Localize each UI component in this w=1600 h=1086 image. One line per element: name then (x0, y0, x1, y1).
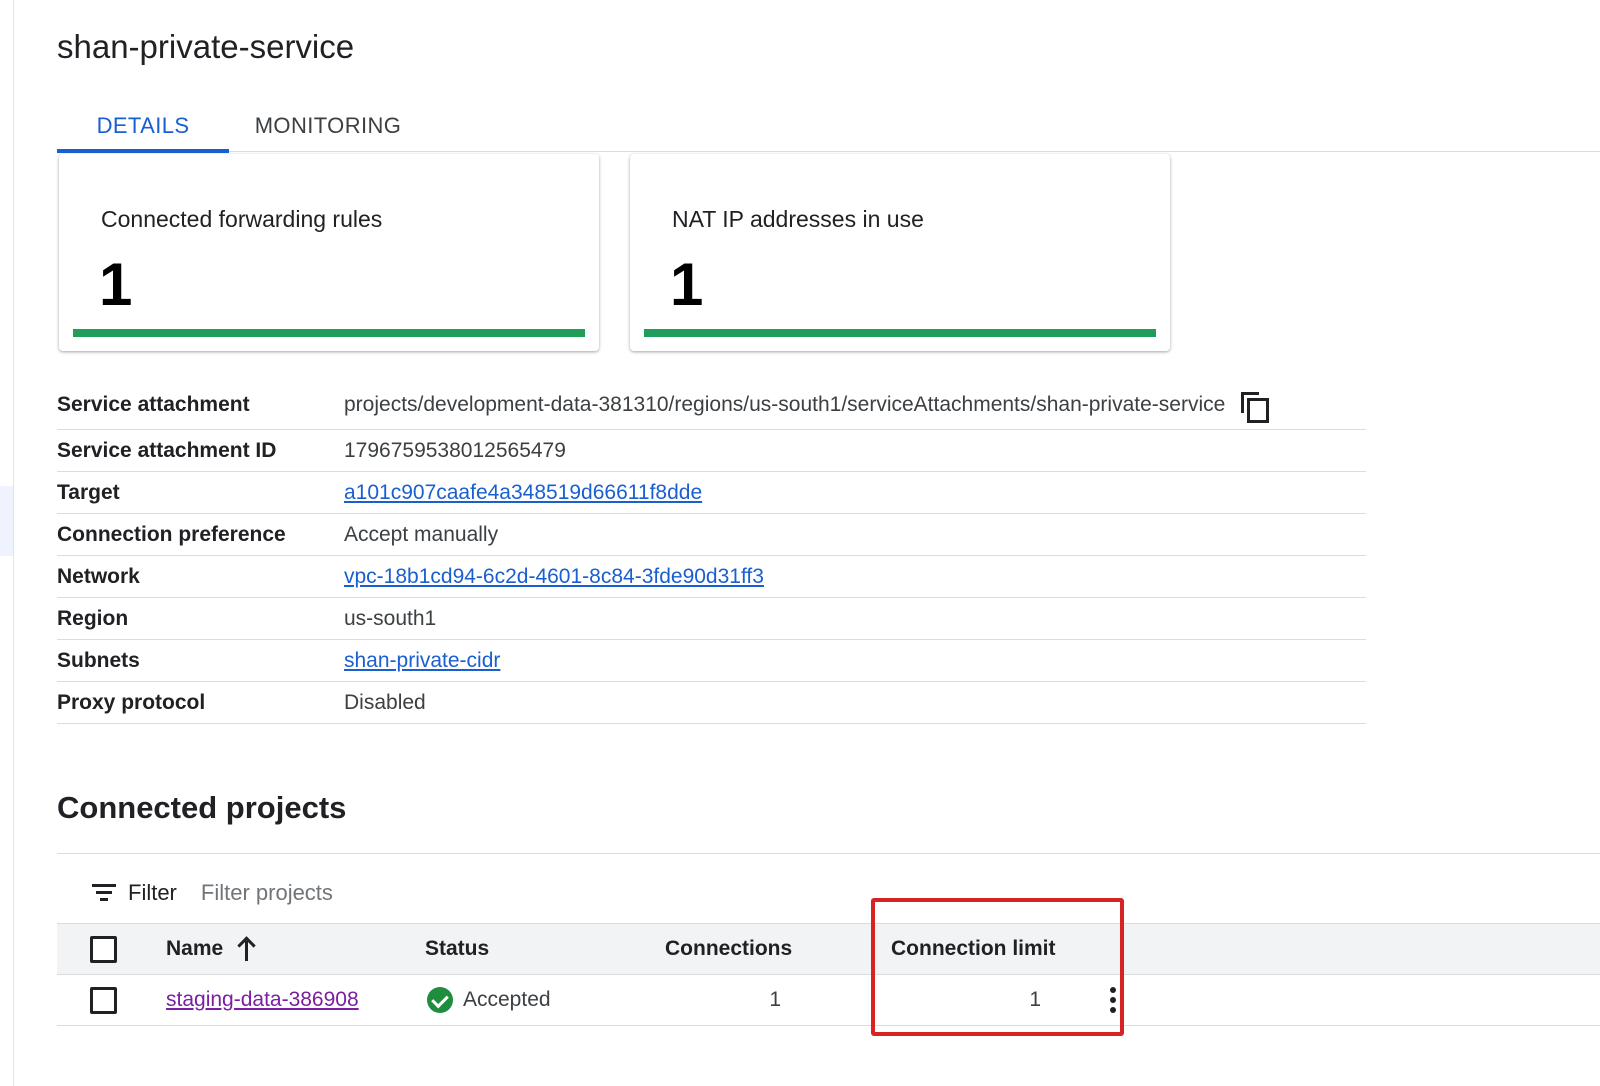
detail-row-target: Target a101c907caafe4a348519d66611f8dde (57, 472, 1366, 514)
detail-label: Network (57, 564, 140, 588)
detail-row-network: Network vpc-18b1cd94-6c2d-4601-8c84-3fde… (57, 556, 1366, 598)
left-nav-active-marker (0, 486, 13, 556)
row-checkbox[interactable] (90, 986, 117, 1014)
filter-icon[interactable] (92, 884, 116, 902)
filter-bar: Filter (92, 872, 621, 914)
detail-label: Target (57, 480, 120, 504)
detail-row-proxy-protocol: Proxy protocol Disabled (57, 682, 1366, 724)
detail-label: Connection preference (57, 522, 286, 546)
section-divider (57, 853, 1600, 854)
detail-value: projects/development-data-381310/regions… (344, 393, 1226, 416)
left-nav-divider (13, 0, 14, 1086)
nat-ip-card: NAT IP addresses in use 1 (630, 154, 1170, 351)
detail-row-subnets: Subnets shan-private-cidr (57, 640, 1366, 682)
detail-label: Proxy protocol (57, 690, 206, 714)
usage-bar (644, 329, 1156, 337)
detail-row-service-attachment-id: Service attachment ID 179675953801256547… (57, 430, 1366, 472)
more-vert-icon[interactable] (1103, 987, 1123, 1013)
connections-cell: 1 (769, 988, 781, 1011)
tab-details[interactable]: DETAILS (57, 100, 229, 153)
arrow-up-icon[interactable] (237, 937, 257, 961)
connected-projects-title: Connected projects (57, 790, 347, 825)
detail-label: Service attachment (57, 393, 250, 416)
detail-label: Subnets (57, 648, 140, 672)
status-text: Accepted (463, 988, 551, 1011)
detail-row-service-attachment: Service attachment projects/development-… (57, 381, 1366, 430)
column-header-label: Name (166, 937, 224, 960)
column-header-connections[interactable]: Connections (665, 924, 792, 974)
table-header: Name Status Connections Connection limit (57, 923, 1600, 975)
details-table: Service attachment projects/development-… (57, 381, 1366, 724)
card-label: Connected forwarding rules (101, 206, 383, 232)
check-circle-icon (427, 987, 453, 1013)
copy-icon[interactable] (1241, 392, 1270, 423)
detail-value: 1796759538012565479 (344, 438, 566, 462)
detail-label: Region (57, 606, 129, 630)
detail-label: Service attachment ID (57, 438, 277, 462)
filter-input[interactable] (200, 880, 621, 906)
target-link[interactable]: a101c907caafe4a348519d66611f8dde (344, 481, 702, 505)
detail-value: Disabled (344, 690, 426, 714)
card-value: 1 (99, 251, 133, 318)
column-header-name[interactable]: Name (166, 924, 257, 974)
usage-bar (73, 329, 585, 337)
column-header-status[interactable]: Status (425, 924, 489, 974)
card-label: NAT IP addresses in use (672, 206, 924, 232)
detail-value: us-south1 (344, 606, 437, 630)
card-value: 1 (670, 251, 704, 318)
tab-monitoring[interactable]: MONITORING (243, 100, 413, 152)
network-link[interactable]: vpc-18b1cd94-6c2d-4601-8c84-3fde90d31ff3 (344, 565, 764, 589)
connection-limit-cell: 1 (1029, 988, 1041, 1011)
status-cell: Accepted (427, 975, 551, 1025)
detail-value: Accept manually (344, 522, 499, 546)
select-all-checkbox[interactable] (90, 935, 117, 963)
page-title: shan-private-service (57, 28, 355, 65)
project-link[interactable]: staging-data-386908 (166, 988, 359, 1012)
table-row: staging-data-386908 Accepted 1 1 (57, 975, 1600, 1026)
filter-label[interactable]: Filter (128, 880, 177, 906)
detail-row-connection-preference: Connection preference Accept manually (57, 514, 1366, 556)
subnet-link[interactable]: shan-private-cidr (344, 649, 500, 673)
column-header-connection-limit[interactable]: Connection limit (891, 924, 1056, 974)
forwarding-rules-card: Connected forwarding rules 1 (59, 154, 599, 351)
tab-bar: DETAILS MONITORING (57, 100, 1600, 153)
detail-row-region: Region us-south1 (57, 598, 1366, 640)
